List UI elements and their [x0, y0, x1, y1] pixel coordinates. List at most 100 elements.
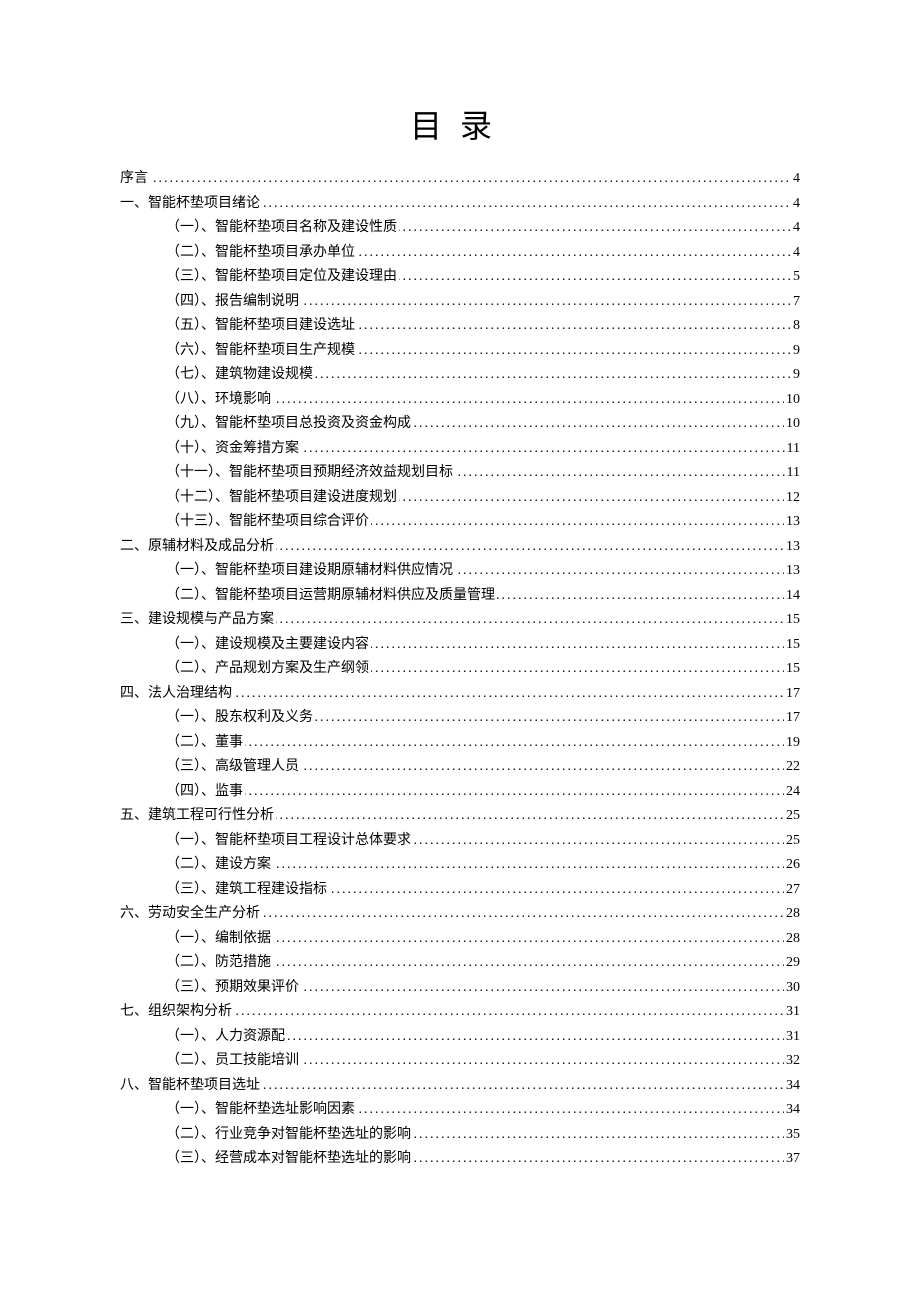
- toc-entry-label: 六、劳动安全生产分析: [120, 902, 262, 927]
- toc-entry-label: （一）、智能杯垫项目建设期原辅材料供应情况: [166, 559, 455, 584]
- toc-entry-label: 二、原辅材料及成品分析: [120, 535, 276, 560]
- toc-entry: ........................................…: [120, 339, 800, 364]
- toc-entry: ........................................…: [120, 976, 800, 1001]
- toc-entry-page: 10: [784, 388, 800, 413]
- toc-entry-label: （三）、智能杯垫项目定位及建设理由: [166, 265, 399, 290]
- toc-entry: ........................................…: [120, 804, 800, 829]
- toc-entry: ........................................…: [120, 1000, 800, 1025]
- toc-entry-label: （四）、报告编制说明: [166, 290, 301, 315]
- toc-entry: ........................................…: [120, 878, 800, 903]
- toc-entry-label: （六）、智能杯垫项目生产规模: [166, 339, 357, 364]
- toc-entry: ........................................…: [120, 535, 800, 560]
- toc-entry-page: 13: [784, 510, 800, 535]
- toc-entry-page: 31: [784, 1025, 800, 1050]
- toc-entry: ........................................…: [120, 388, 800, 413]
- toc-entry-page: 5: [791, 265, 800, 290]
- toc-entry-page: 15: [784, 657, 800, 682]
- toc-entry-label: （一）、智能杯垫项目工程设计总体要求: [166, 829, 413, 854]
- toc-entry-label: （二）、董事: [166, 731, 245, 756]
- toc-entry-page: 27: [784, 878, 800, 903]
- toc-entry-label: （三）、经营成本对智能杯垫选址的影响: [166, 1147, 413, 1172]
- toc-entry: ........................................…: [120, 461, 800, 486]
- toc-entry: ........................................…: [120, 657, 800, 682]
- toc-entry-page: 31: [784, 1000, 800, 1025]
- toc-entry-page: 13: [784, 559, 800, 584]
- toc-entry-page: 30: [784, 976, 800, 1001]
- toc-entry-page: 4: [791, 216, 800, 241]
- toc-entry: ........................................…: [120, 1123, 800, 1148]
- toc-entry-page: 28: [784, 927, 800, 952]
- toc-entry-label: 序言: [120, 167, 150, 192]
- toc-entry-page: 32: [784, 1049, 800, 1074]
- toc-entry-page: 37: [784, 1147, 800, 1172]
- toc-entry-label: （一）、建设规模及主要建设内容: [166, 633, 371, 658]
- toc-entry-page: 4: [791, 192, 800, 217]
- toc-leader-dots: ........................................…: [120, 167, 800, 192]
- toc-entry-label: （二）、智能杯垫项目承办单位: [166, 241, 357, 266]
- toc-leader-dots: ........................................…: [166, 731, 800, 756]
- toc-entry-page: 11: [785, 437, 800, 462]
- toc-entry-label: （四）、监事: [166, 780, 245, 805]
- toc-entry: ........................................…: [120, 241, 800, 266]
- toc-entry-label: 三、建设规模与产品方案: [120, 608, 276, 633]
- toc-entry-label: （三）、高级管理人员: [166, 755, 301, 780]
- document-page: 目录 .....................................…: [0, 0, 920, 1232]
- toc-entry-page: 28: [784, 902, 800, 927]
- toc-entry: ........................................…: [120, 314, 800, 339]
- toc-entry: ........................................…: [120, 902, 800, 927]
- toc-entry-label: （一）、人力资源配: [166, 1025, 287, 1050]
- toc-entry-label: 七、组织架构分析: [120, 1000, 234, 1025]
- toc-entry-label: （三）、建筑工程建设指标: [166, 878, 329, 903]
- toc-entry: ........................................…: [120, 363, 800, 388]
- toc-entry-page: 12: [784, 486, 800, 511]
- toc-entry: ........................................…: [120, 290, 800, 315]
- toc-entry-page: 7: [791, 290, 800, 315]
- toc-entry-page: 35: [784, 1123, 800, 1148]
- toc-entry-label: 一、智能杯垫项目绪论: [120, 192, 262, 217]
- toc-entry: ........................................…: [120, 265, 800, 290]
- toc-entry-page: 4: [791, 241, 800, 266]
- toc-entry: ........................................…: [120, 853, 800, 878]
- toc-entry-label: （十三）、智能杯垫项目综合评价: [166, 510, 371, 535]
- toc-leader-dots: ........................................…: [166, 780, 800, 805]
- toc-entry: ........................................…: [120, 1098, 800, 1123]
- toc-entry-label: （十二）、智能杯垫项目建设进度规划: [166, 486, 399, 511]
- toc-entry: ........................................…: [120, 633, 800, 658]
- toc-entry-page: 8: [791, 314, 800, 339]
- toc-entry-page: 25: [784, 804, 800, 829]
- toc-entry: ........................................…: [120, 755, 800, 780]
- toc-entry-page: 10: [784, 412, 800, 437]
- toc-entry-label: 四、法人治理结构: [120, 682, 234, 707]
- toc-entry: ........................................…: [120, 584, 800, 609]
- toc-entry-label: （一）、股东权利及义务: [166, 706, 315, 731]
- toc-entry: ........................................…: [120, 216, 800, 241]
- table-of-contents: ........................................…: [120, 167, 800, 1172]
- toc-entry: ........................................…: [120, 731, 800, 756]
- toc-entry-page: 15: [784, 633, 800, 658]
- toc-entry-label: （二）、行业竞争对智能杯垫选址的影响: [166, 1123, 413, 1148]
- toc-entry: ........................................…: [120, 608, 800, 633]
- toc-entry-label: （九）、智能杯垫项目总投资及资金构成: [166, 412, 413, 437]
- toc-entry-page: 24: [784, 780, 800, 805]
- toc-entry-page: 29: [784, 951, 800, 976]
- toc-entry: ........................................…: [120, 829, 800, 854]
- toc-entry: ........................................…: [120, 927, 800, 952]
- toc-entry-page: 15: [784, 608, 800, 633]
- toc-entry-label: （一）、编制依据: [166, 927, 273, 952]
- toc-entry-page: 17: [784, 682, 800, 707]
- toc-entry: ........................................…: [120, 1049, 800, 1074]
- toc-entry-label: （五）、智能杯垫项目建设选址: [166, 314, 357, 339]
- toc-entry-label: （七）、建筑物建设规模: [166, 363, 315, 388]
- toc-entry: ........................................…: [120, 682, 800, 707]
- toc-entry-page: 34: [784, 1074, 800, 1099]
- toc-entry: ........................................…: [120, 1147, 800, 1172]
- toc-entry: ........................................…: [120, 951, 800, 976]
- toc-entry: ........................................…: [120, 559, 800, 584]
- toc-entry-page: 25: [784, 829, 800, 854]
- toc-entry: ........................................…: [120, 510, 800, 535]
- toc-entry-label: （十）、资金筹措方案: [166, 437, 301, 462]
- toc-entry-page: 34: [784, 1098, 800, 1123]
- toc-entry-label: （二）、防范措施: [166, 951, 273, 976]
- toc-entry-label: （十一）、智能杯垫项目预期经济效益规划目标: [166, 461, 455, 486]
- toc-entry: ........................................…: [120, 706, 800, 731]
